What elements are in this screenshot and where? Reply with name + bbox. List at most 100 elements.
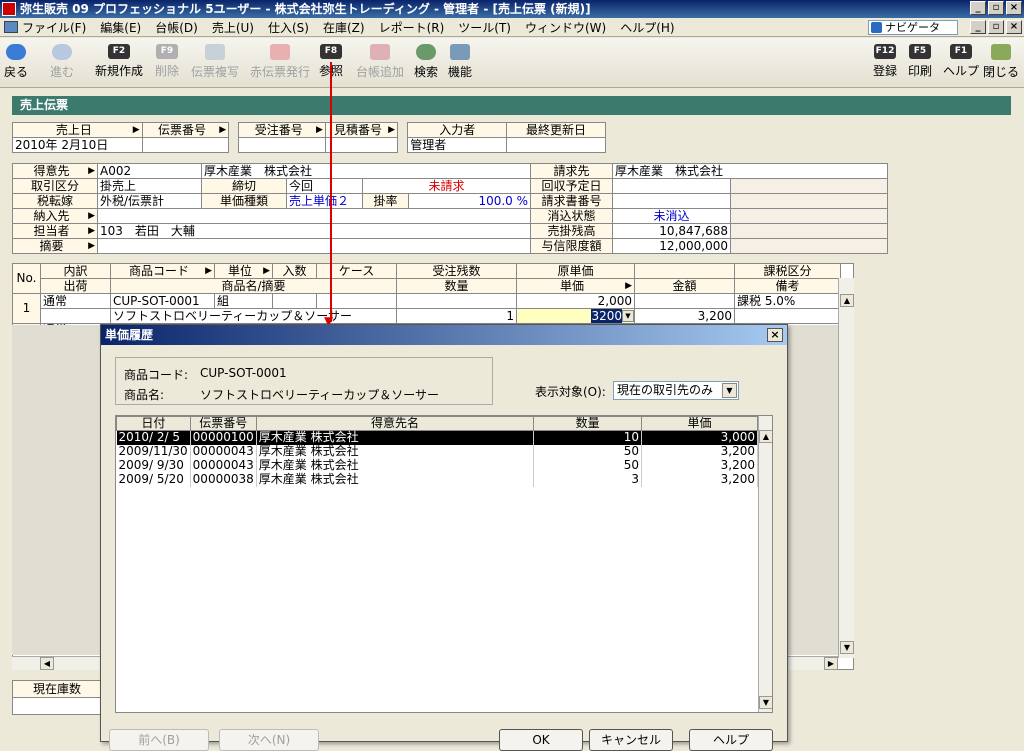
- row-price-field[interactable]: 3200 ▼: [516, 308, 635, 324]
- child-restore-icon[interactable]: ▫: [988, 20, 1004, 34]
- next-button[interactable]: 次へ(N): [219, 729, 319, 751]
- customer-code-field[interactable]: A002: [97, 163, 202, 179]
- history-row[interactable]: 2010/ 2/ 5 00000100 厚木産業 株式会社 10 3,000: [116, 430, 758, 445]
- estimate-no-field[interactable]: [324, 137, 399, 153]
- history-row[interactable]: 2009/11/30 00000043 厚木産業 株式会社 50 3,200: [116, 444, 758, 459]
- memo-field[interactable]: [96, 238, 532, 254]
- row-tax[interactable]: 課税 5.0%: [734, 293, 841, 309]
- scroll-right-icon[interactable]: ▶: [824, 657, 838, 670]
- sales-date-field[interactable]: 2010年 2月10日: [12, 137, 143, 153]
- row-code[interactable]: CUP-SOT-0001: [110, 293, 215, 309]
- scroll-down-icon[interactable]: ▼: [840, 641, 854, 654]
- register-button[interactable]: F12 登録: [873, 44, 897, 79]
- col-slip[interactable]: 伝票番号: [189, 416, 257, 431]
- col-qty[interactable]: 数量: [533, 416, 643, 431]
- col-price[interactable]: 単価 ▶: [516, 278, 635, 294]
- row-note[interactable]: [734, 308, 841, 324]
- dialog-help-button[interactable]: ヘルプ: [689, 729, 773, 751]
- row-qty[interactable]: 1: [396, 308, 517, 324]
- menu-stock[interactable]: 在庫(Z): [323, 19, 365, 36]
- scroll-left-icon[interactable]: ◀: [40, 657, 54, 670]
- staff-code: 103: [100, 223, 123, 238]
- customer-label[interactable]: 得意先 ▶: [12, 163, 98, 179]
- col-customer[interactable]: 得意先名: [255, 416, 535, 431]
- menu-edit[interactable]: 編集(E): [100, 19, 141, 36]
- prev-button[interactable]: 前へ(B): [109, 729, 209, 751]
- row-unit[interactable]: 組: [214, 293, 273, 309]
- col-code[interactable]: 商品コード ▶: [110, 263, 215, 279]
- function-button[interactable]: 機能: [448, 44, 472, 80]
- history-scrollbar[interactable]: ▲ ▼: [758, 416, 772, 712]
- destination-label[interactable]: 納入先 ▶: [12, 208, 98, 224]
- child-minimize-icon[interactable]: _: [970, 20, 986, 34]
- scroll-up-icon[interactable]: ▲: [840, 294, 854, 307]
- price-input[interactable]: 3200: [591, 309, 622, 323]
- help-button[interactable]: F1 ヘルプ: [943, 44, 979, 79]
- child-close-icon[interactable]: ×: [1006, 20, 1022, 34]
- grid-vertical-scrollbar[interactable]: ▲ ▼: [838, 278, 854, 658]
- target-select[interactable]: 現在の取引先のみ ▼: [613, 381, 739, 400]
- close-button[interactable]: 閉じる: [983, 44, 1019, 80]
- minimize-icon[interactable]: _: [970, 1, 986, 15]
- red-slip-button[interactable]: 赤伝票発行: [250, 44, 310, 80]
- navigator-pane[interactable]: ナビゲータ: [868, 20, 958, 35]
- delete-button[interactable]: F9 削除: [155, 44, 179, 79]
- scroll-up-icon[interactable]: ▲: [759, 430, 772, 443]
- menu-help[interactable]: ヘルプ(H): [620, 19, 674, 36]
- menu-tools[interactable]: ツール(T): [458, 19, 511, 36]
- dropdown-arrow-icon[interactable]: ▼: [622, 310, 634, 322]
- row-cost[interactable]: 2,000: [516, 293, 635, 309]
- table-row[interactable]: 1 通常 CUP-SOT-0001 組 2,000 課税 5.0%: [12, 293, 841, 324]
- staff-field[interactable]: 103 若田 大輔: [96, 223, 532, 239]
- back-button[interactable]: 戻る: [4, 44, 28, 80]
- table-row[interactable]: ソフトストロベリーティーカップ＆ソーサー 1 3200 ▼ 3,200: [13, 308, 841, 324]
- price-type-field[interactable]: 売上単価２: [286, 193, 363, 209]
- menu-window[interactable]: ウィンドウ(W): [525, 19, 606, 36]
- estimate-no-label[interactable]: 見積番号 ▶: [324, 122, 399, 138]
- destination-field[interactable]: [96, 208, 532, 224]
- slip-no-label[interactable]: 伝票番号 ▶: [141, 122, 230, 138]
- ledger-add-button[interactable]: 台帳追加: [356, 44, 404, 80]
- history-row[interactable]: 2009/ 5/20 00000038 厚木産業 株式会社 3 3,200: [116, 472, 758, 487]
- dialog-close-icon[interactable]: ×: [767, 328, 783, 342]
- cancel-button[interactable]: キャンセル: [589, 729, 673, 751]
- copy-slip-button[interactable]: 伝票複写: [191, 44, 239, 80]
- slip-no-field[interactable]: [141, 137, 230, 153]
- slip-header-table: 売上日 ▶ 伝票番号 ▶ 受注番号 ▶ 見積番号 ▶ 入力者 最終更新日 2010年 2…: [12, 122, 606, 153]
- rate-field[interactable]: 100.0 %: [407, 193, 532, 209]
- ok-button[interactable]: OK: [499, 729, 583, 751]
- memo-label[interactable]: 摘要 ▶: [12, 238, 98, 254]
- restore-icon[interactable]: ▫: [988, 1, 1004, 15]
- menu-report[interactable]: レポート(R): [379, 19, 445, 36]
- row-case[interactable]: [316, 293, 397, 309]
- col-unit[interactable]: 単位 ▶: [214, 263, 273, 279]
- history-row[interactable]: 2009/ 9/30 00000043 厚木産業 株式会社 50 3,200: [116, 458, 758, 473]
- order-no-field[interactable]: [238, 137, 326, 153]
- menu-sales[interactable]: 売上(U): [212, 19, 254, 36]
- menu-file[interactable]: ファイル(F): [22, 19, 86, 36]
- trade-type-field[interactable]: 掛売上: [97, 178, 202, 194]
- row-name[interactable]: ソフトストロベリーティーカップ＆ソーサー: [110, 308, 397, 324]
- col-price[interactable]: 単価: [641, 416, 758, 431]
- tax-field[interactable]: 外税/伝票計: [97, 193, 202, 209]
- print-button[interactable]: F5 印刷: [908, 44, 932, 79]
- title-bar: 弥生販売 09 プロフェッショナル 5ユーザー - 株式会社弥生トレーディング …: [0, 0, 1024, 18]
- document-icon[interactable]: [4, 21, 18, 33]
- staff-label[interactable]: 担当者 ▶: [12, 223, 98, 239]
- chevron-down-icon[interactable]: ▼: [722, 383, 737, 398]
- search-button[interactable]: 検索: [414, 44, 438, 80]
- close-icon[interactable]: ×: [1006, 1, 1022, 15]
- sales-date-label[interactable]: 売上日 ▶: [12, 122, 143, 138]
- menu-ledger[interactable]: 台帳(D): [155, 19, 198, 36]
- row-qty-per[interactable]: [272, 293, 317, 309]
- collect-date-field[interactable]: [612, 178, 732, 194]
- order-no-label[interactable]: 受注番号 ▶: [238, 122, 326, 138]
- scroll-down-icon[interactable]: ▼: [759, 696, 772, 709]
- col-date[interactable]: 日付: [116, 416, 191, 431]
- row-ship[interactable]: [40, 308, 111, 324]
- forward-button[interactable]: 進む: [50, 44, 74, 80]
- close-field[interactable]: 今回: [286, 178, 363, 194]
- row-detail[interactable]: 通常: [40, 293, 111, 309]
- new-button[interactable]: F2 新規作成: [95, 44, 143, 79]
- menu-purchase[interactable]: 仕入(S): [268, 19, 309, 36]
